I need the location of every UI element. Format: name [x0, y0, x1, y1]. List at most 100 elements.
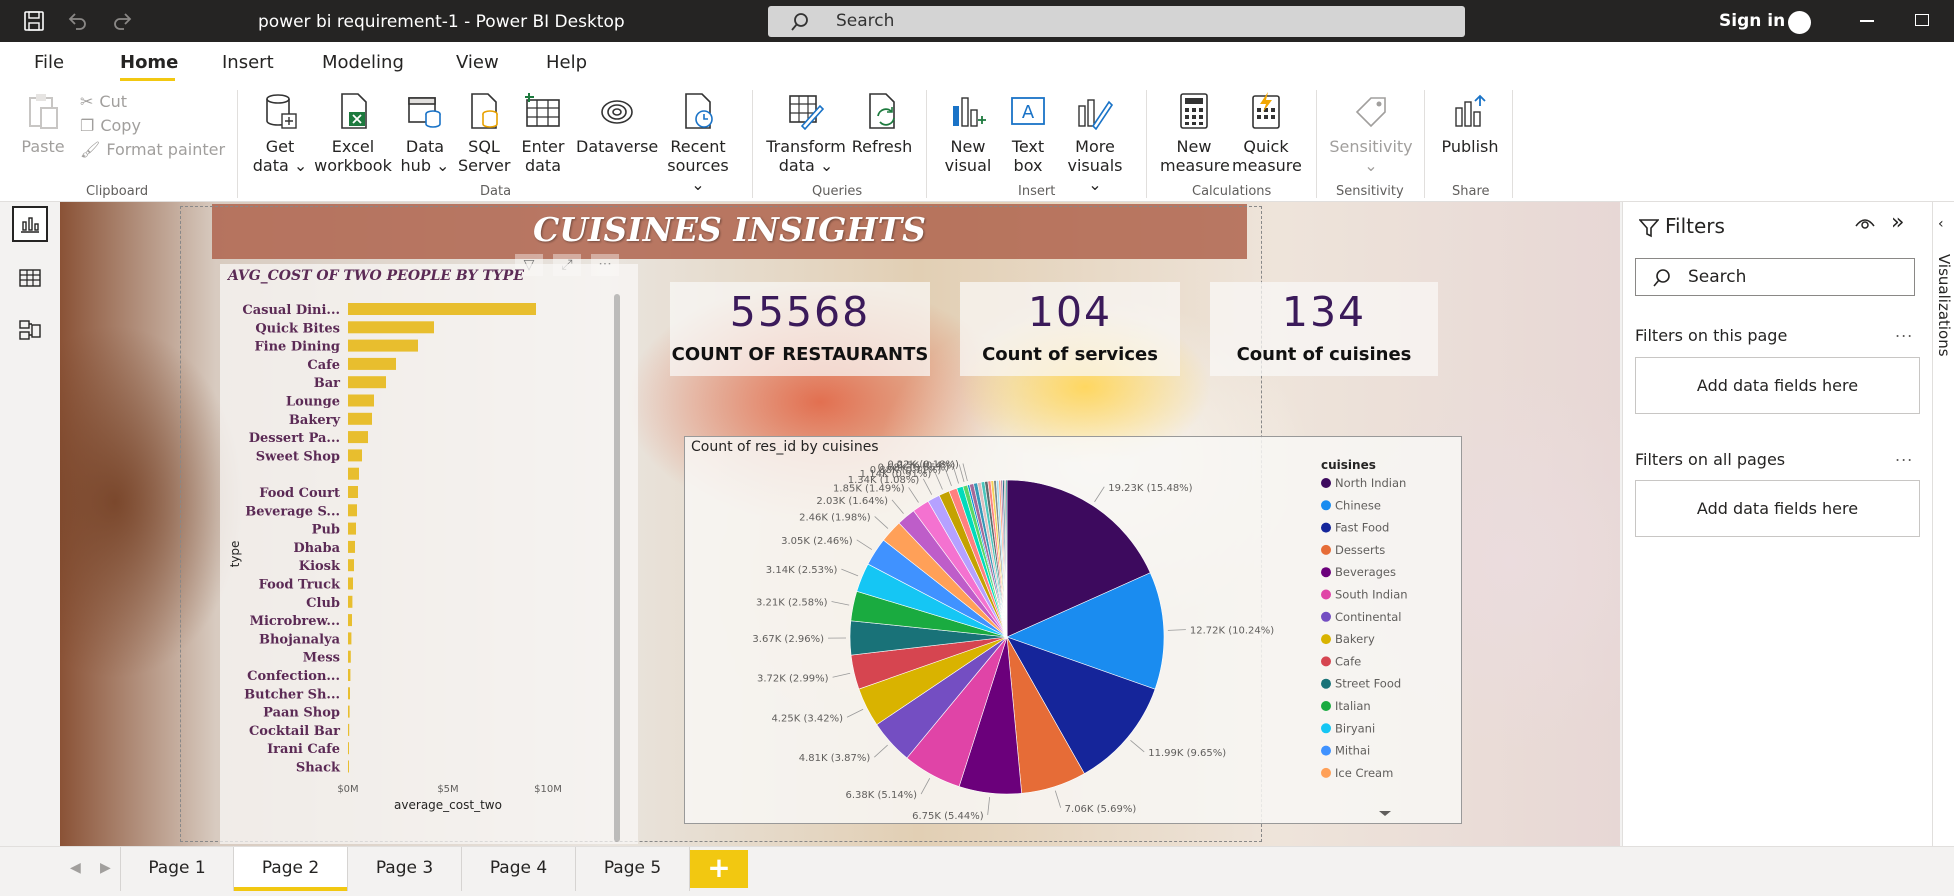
menu-view[interactable]: View	[456, 52, 499, 73]
page-tab-4[interactable]: Page 4	[462, 847, 576, 891]
legend-scroll-down-icon[interactable]	[1379, 811, 1391, 816]
dataverse-button[interactable]: Dataverse	[576, 92, 658, 156]
legend-item[interactable]: Beverages	[1335, 565, 1396, 579]
transform-data-button[interactable]: Transform data ⌄	[766, 92, 846, 175]
paste-button[interactable]: Paste	[18, 92, 68, 156]
save-icon[interactable]	[22, 9, 46, 33]
menu-insert[interactable]: Insert	[222, 52, 274, 73]
bar[interactable]	[348, 577, 353, 590]
sign-in-link[interactable]: Sign in	[1719, 11, 1785, 31]
page-tab-3[interactable]: Page 3	[348, 847, 462, 891]
menu-home[interactable]: Home	[120, 52, 178, 73]
bar-chart-visual[interactable]: AVG_COST OF TWO PEOPLE BY TYPE Casual Di…	[220, 264, 638, 844]
legend-item[interactable]: Fast Food	[1335, 521, 1389, 535]
legend-item[interactable]: Chinese	[1335, 498, 1381, 512]
text-box-button[interactable]: A Text box	[1002, 92, 1054, 175]
bar[interactable]	[348, 540, 355, 553]
visualizations-pane-collapsed[interactable]: ‹ Visualizations	[1932, 202, 1954, 846]
page-tab-1[interactable]: Page 1	[120, 847, 234, 891]
new-visual-button[interactable]: New visual	[942, 92, 994, 175]
more-options-icon[interactable]: ...	[1895, 322, 1913, 341]
legend-item[interactable]: North Indian	[1335, 476, 1406, 490]
legend-item[interactable]: Ice Cream	[1335, 766, 1393, 780]
menu-modeling[interactable]: Modeling	[322, 52, 404, 73]
bar[interactable]	[348, 504, 357, 517]
avatar[interactable]	[1788, 11, 1811, 34]
more-visuals-button[interactable]: More visuals ⌄	[1060, 92, 1130, 194]
expand-pane-icon[interactable]: ‹	[1938, 216, 1944, 232]
bar[interactable]	[348, 650, 351, 663]
undo-icon[interactable]	[66, 9, 90, 33]
excel-workbook-button[interactable]: Excel workbook	[312, 92, 394, 175]
format-painter-button[interactable]: 🖌 Format painter	[80, 140, 225, 159]
filters-on-this-page-well[interactable]: Add data fields here	[1635, 357, 1920, 414]
minimize-icon[interactable]	[1860, 20, 1874, 22]
bar[interactable]	[348, 614, 352, 627]
bar[interactable]	[348, 522, 356, 535]
bar[interactable]	[348, 412, 372, 425]
bar[interactable]	[348, 559, 354, 572]
page-tab-2[interactable]: Page 2	[234, 847, 348, 891]
bar[interactable]	[348, 705, 350, 718]
page-tab-5[interactable]: Page 5	[576, 847, 690, 891]
legend-item[interactable]: Bakery	[1335, 632, 1375, 646]
bar[interactable]	[348, 723, 350, 736]
kpi-card-services[interactable]: 104 Count of services	[960, 282, 1180, 376]
sql-server-button[interactable]: SQL Server	[458, 92, 510, 175]
bar[interactable]	[348, 687, 350, 700]
legend-item[interactable]: Desserts	[1335, 543, 1385, 557]
bar[interactable]	[348, 303, 536, 315]
bar[interactable]	[348, 467, 359, 480]
report-view-button[interactable]	[12, 206, 48, 242]
collapse-pane-icon[interactable]: »	[1891, 210, 1904, 235]
eye-icon[interactable]	[1855, 216, 1875, 232]
maximize-icon[interactable]	[1915, 14, 1929, 26]
legend-item[interactable]: Cafe	[1335, 654, 1361, 668]
bar[interactable]	[348, 431, 368, 444]
bar[interactable]	[348, 394, 374, 407]
bar[interactable]	[348, 669, 351, 681]
tab-scroll-left-icon[interactable]: ◀	[70, 860, 81, 876]
bar[interactable]	[348, 449, 362, 462]
menu-help[interactable]: Help	[546, 52, 587, 73]
title-search-box[interactable]: Search	[768, 6, 1465, 37]
legend-item[interactable]: Continental	[1335, 610, 1401, 624]
redo-icon[interactable]	[110, 9, 134, 33]
legend-item[interactable]: Italian	[1335, 699, 1371, 713]
filters-on-all-pages-well[interactable]: Add data fields here	[1635, 480, 1920, 537]
refresh-button[interactable]: Refresh	[850, 92, 914, 156]
recent-sources-button[interactable]: Recent sources ⌄	[660, 92, 736, 194]
copy-button[interactable]: ❐ Copy	[80, 116, 141, 135]
report-canvas[interactable]: CUISINES INSIGHTS ▽ ⤢ ··· AVG_COST OF TW…	[60, 202, 1620, 846]
publish-button[interactable]: Publish	[1436, 92, 1504, 156]
data-view-button[interactable]	[12, 260, 48, 296]
kpi-card-restaurants[interactable]: 55568 COUNT OF RESTAURANTS	[670, 282, 930, 376]
bar[interactable]	[348, 339, 418, 352]
sensitivity-button[interactable]: Sensitivity ⌄	[1326, 92, 1416, 175]
bar[interactable]	[348, 486, 358, 498]
filters-search-box[interactable]: Search	[1635, 258, 1915, 296]
bar[interactable]	[348, 742, 349, 755]
more-options-icon[interactable]: ...	[1895, 446, 1913, 465]
bar[interactable]	[348, 357, 396, 370]
bar[interactable]	[348, 595, 353, 608]
cut-button[interactable]: ✂ Cut	[80, 92, 127, 111]
get-data-button[interactable]: Get data ⌄	[252, 92, 308, 175]
bar[interactable]	[348, 376, 386, 389]
legend-item[interactable]: Mithai	[1335, 744, 1370, 758]
bar[interactable]	[348, 632, 352, 645]
quick-measure-button[interactable]: Quick measure	[1232, 92, 1302, 175]
kpi-card-cuisines[interactable]: 134 Count of cuisines	[1210, 282, 1438, 376]
menu-file[interactable]: File	[34, 52, 64, 73]
bar[interactable]	[348, 760, 349, 773]
enter-data-button[interactable]: Enter data	[518, 92, 568, 175]
tab-scroll-right-icon[interactable]: ▶	[100, 860, 111, 876]
model-view-button[interactable]	[12, 312, 48, 348]
bar[interactable]	[348, 321, 434, 334]
add-page-button[interactable]: +	[690, 850, 748, 888]
new-measure-button[interactable]: New measure	[1160, 92, 1230, 175]
bar-chart-scrollbar[interactable]	[614, 294, 620, 842]
legend-item[interactable]: Street Food	[1335, 677, 1401, 691]
pie-chart-visual[interactable]: Count of res_id by cuisines 19.23K (15.4…	[684, 436, 1462, 824]
data-hub-button[interactable]: Data hub ⌄	[398, 92, 452, 175]
